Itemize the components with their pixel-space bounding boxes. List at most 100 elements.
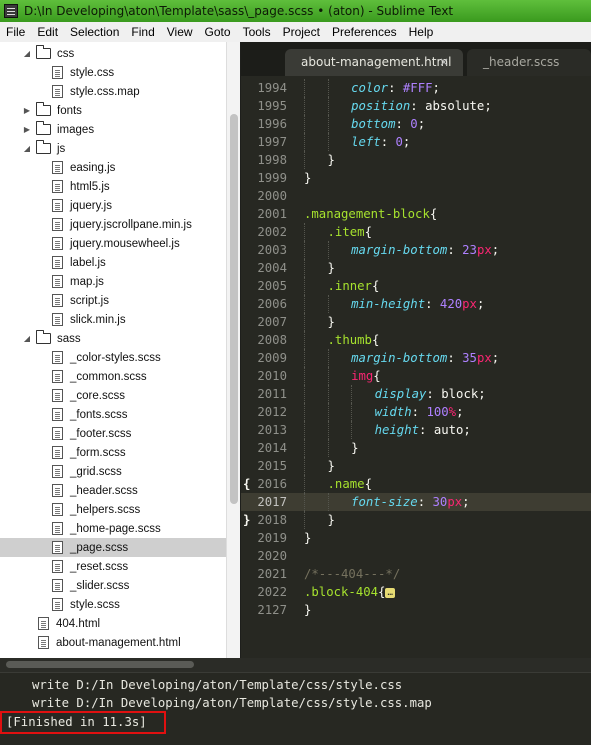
tree-file[interactable]: _fonts.scss	[0, 405, 226, 424]
code-line[interactable]: 2000	[241, 187, 591, 205]
expanded-arrow-icon[interactable]: ◢	[22, 334, 32, 343]
code-line[interactable]: 2011 display: block;	[241, 385, 591, 403]
menu-help[interactable]: Help	[403, 25, 440, 39]
code-line[interactable]: 2007}	[241, 313, 591, 331]
code-line[interactable]: 2003 margin-bottom: 23px;	[241, 241, 591, 259]
tab-header-scss[interactable]: _header.scss	[467, 49, 591, 76]
tree-file[interactable]: script.js	[0, 291, 226, 310]
line-number: 2007	[257, 315, 287, 329]
tree-file[interactable]: jquery.mousewheel.js	[0, 234, 226, 253]
code-editor[interactable]: 1994 color: #FFF; 1995 position: absolute; 1…	[241, 76, 591, 658]
tree-file[interactable]: _form.scss	[0, 443, 226, 462]
code-token: ;	[462, 495, 470, 509]
tree-file[interactable]: label.js	[0, 253, 226, 272]
expanded-arrow-icon[interactable]: ◢	[22, 49, 32, 58]
code-line[interactable]: 2021 /*---404---*/	[241, 565, 591, 583]
tree-file[interactable]: _slider.scss	[0, 576, 226, 595]
file-icon	[52, 541, 63, 554]
tree-file[interactable]: _page.scss	[0, 538, 226, 557]
code-text: min-height: 420px;	[351, 295, 484, 313]
code-line[interactable]: 2013 height: auto;	[241, 421, 591, 439]
menu-file[interactable]: File	[0, 25, 31, 39]
tree-file[interactable]: easing.js	[0, 158, 226, 177]
tree-file[interactable]: jquery.jscrollpane.min.js	[0, 215, 226, 234]
collapsed-arrow-icon[interactable]: ▶	[22, 125, 32, 134]
line-number: 2022	[257, 585, 287, 599]
folder-open-icon	[35, 330, 51, 344]
code-token: ;	[491, 351, 500, 365]
code-line[interactable]: 2127}	[241, 601, 591, 619]
code-token: {	[364, 477, 372, 491]
code-line[interactable]: 2022 .block-404{…	[241, 583, 591, 601]
menu-preferences[interactable]: Preferences	[326, 25, 403, 39]
code-line[interactable]: 2018}}	[241, 511, 591, 529]
indent-guide	[304, 151, 306, 169]
code-line[interactable]: 1999}	[241, 169, 591, 187]
horizontal-scroll-thumb[interactable]	[6, 661, 194, 668]
code-line[interactable]: 1997 left: 0;	[241, 133, 591, 151]
code-line[interactable]: 1995 position: absolute;	[241, 97, 591, 115]
code-line[interactable]: 2014}	[241, 439, 591, 457]
tree-file[interactable]: style.scss	[0, 595, 226, 614]
sidebar-scroll-thumb[interactable]	[230, 114, 238, 504]
code-line[interactable]: 2015}	[241, 457, 591, 475]
tree-folder-sass[interactable]: ◢ sass	[0, 329, 226, 348]
tree-file[interactable]: _common.scss	[0, 367, 226, 386]
code-line[interactable]: 2006 min-height: 420px;	[241, 295, 591, 313]
tree-file[interactable]: _grid.scss	[0, 462, 226, 481]
tree-file[interactable]: _reset.scss	[0, 557, 226, 576]
tree-file[interactable]: _helpers.scss	[0, 500, 226, 519]
tree-file[interactable]: style.css.map	[0, 82, 226, 101]
menu-project[interactable]: Project	[277, 25, 326, 39]
expanded-arrow-icon[interactable]: ◢	[22, 144, 32, 153]
close-tab-icon[interactable]: ×	[439, 49, 449, 76]
code-line[interactable]: 1998}	[241, 151, 591, 169]
code-line[interactable]: 2017 font-size: 30px;	[241, 493, 591, 511]
tree-file[interactable]: _home-page.scss	[0, 519, 226, 538]
tree-file[interactable]: _color-styles.scss	[0, 348, 226, 367]
code-line[interactable]: 2010 img{	[241, 367, 591, 385]
code-line[interactable]: 2002 .item{	[241, 223, 591, 241]
tree-file[interactable]: _core.scss	[0, 386, 226, 405]
tree-file[interactable]: jquery.js	[0, 196, 226, 215]
code-line[interactable]: 2012 width: 100%;	[241, 403, 591, 421]
code-text: width: 100%;	[375, 403, 464, 421]
code-line[interactable]: 2016{.name{	[241, 475, 591, 493]
code-line[interactable]: 1996 bottom: 0;	[241, 115, 591, 133]
code-line[interactable]: 2004}	[241, 259, 591, 277]
tree-folder-fonts[interactable]: ▶ fonts	[0, 101, 226, 120]
code-line[interactable]: 2001 .management-block{	[241, 205, 591, 223]
code-line[interactable]: 2009 margin-bottom: 35px;	[241, 349, 591, 367]
folder-icon	[35, 102, 51, 116]
tree-folder-js[interactable]: ◢ js	[0, 139, 226, 158]
menu-selection[interactable]: Selection	[64, 25, 125, 39]
collapsed-arrow-icon[interactable]: ▶	[22, 106, 32, 115]
tree-file[interactable]: html5.js	[0, 177, 226, 196]
code-line[interactable]: 1994 color: #FFF;	[241, 79, 591, 97]
tree-file[interactable]: slick.min.js	[0, 310, 226, 329]
code-line[interactable]: 2008 .thumb{	[241, 331, 591, 349]
tree-file[interactable]: about-management.html	[0, 633, 226, 652]
tree-folder-css[interactable]: ◢ css	[0, 44, 226, 63]
tree-item-label: _reset.scss	[70, 560, 129, 573]
tree-file[interactable]: map.js	[0, 272, 226, 291]
menu-goto[interactable]: Goto	[199, 25, 237, 39]
menu-edit[interactable]: Edit	[31, 25, 64, 39]
tree-folder-images[interactable]: ▶ images	[0, 120, 226, 139]
sidebar-scrollbar[interactable]	[226, 42, 241, 658]
tree-file[interactable]: _footer.scss	[0, 424, 226, 443]
line-number: 2127	[257, 603, 287, 617]
code-line[interactable]: 2019}	[241, 529, 591, 547]
menu-find[interactable]: Find	[125, 25, 160, 39]
menu-tools[interactable]: Tools	[237, 25, 277, 39]
code-token: ;	[417, 117, 426, 131]
tree-file[interactable]: 404.html	[0, 614, 226, 633]
menu-view[interactable]: View	[161, 25, 199, 39]
code-line[interactable]: 2005 .inner{	[241, 277, 591, 295]
folded-code-icon[interactable]: …	[385, 587, 395, 598]
tree-file[interactable]: _header.scss	[0, 481, 226, 500]
tab-about-management[interactable]: about-management.html ×	[285, 49, 463, 76]
code-line[interactable]: 2020	[241, 547, 591, 565]
horizontal-scrollbar[interactable]	[0, 658, 591, 672]
tree-file[interactable]: style.css	[0, 63, 226, 82]
